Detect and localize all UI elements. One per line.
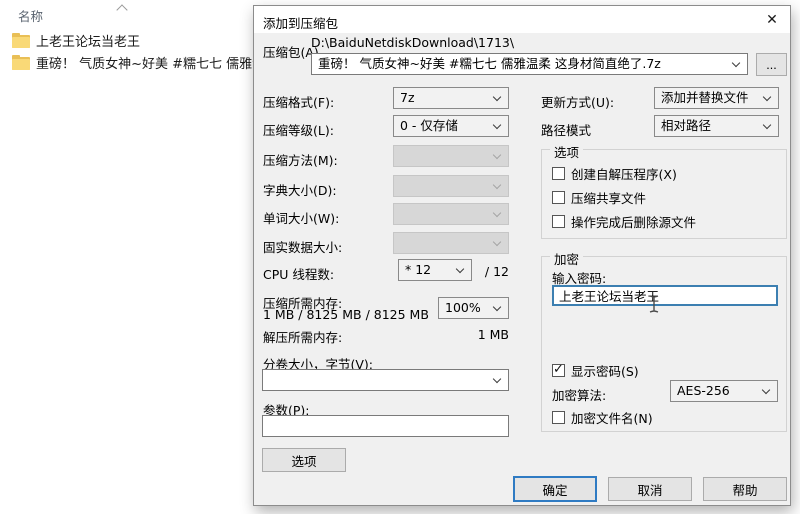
archive-name-value: 重磅！ 气质女神~好美 #糯七七 儒雅温柔 这身材简直绝了.7z [318,56,661,71]
update-mode-label: 更新方式(U): [541,92,614,111]
format-label: 压缩格式(F): [263,92,334,111]
checkbox-icon[interactable] [552,191,565,204]
chevron-down-icon [493,151,501,159]
chevron-down-icon [763,121,771,129]
show-password-label: 显示密码(S) [571,361,639,380]
update-mode-value: 添加并替换文件 [661,90,749,105]
folder-name: 上老王论坛当老王 [36,31,140,50]
cpu-threads-label: CPU 线程数: [263,264,334,283]
chevron-down-icon [493,181,501,189]
word-size-dropdown [393,203,509,225]
algorithm-dropdown[interactable]: AES-256 [670,380,778,402]
word-size-label: 单词大小(W): [263,208,339,227]
list-item[interactable]: 上老王论坛当老王 [12,30,140,50]
options-group-title: 选项 [550,142,583,161]
update-mode-dropdown[interactable]: 添加并替换文件 [654,87,779,109]
chevron-down-icon [763,93,771,101]
memory-decompress-value: 1 MB [454,327,509,342]
format-value: 7z [400,90,415,105]
cpu-threads-value: * 12 [405,262,431,277]
path-mode-label: 路径模式 [541,120,591,139]
dialog-titlebar[interactable]: 添加到压缩包 ✕ [254,6,790,33]
checkbox-icon[interactable] [552,167,565,180]
add-to-archive-dialog: 添加到压缩包 ✕ 压缩包(A) D:\BaiduNetdiskDownload\… [253,5,791,506]
level-value: 0 - 仅存储 [400,118,458,133]
password-input[interactable] [552,285,778,306]
dictionary-dropdown [393,175,509,197]
chevron-down-icon [493,93,501,101]
chevron-down-icon [493,121,501,129]
chevron-down-icon [493,303,501,311]
archive-name-combobox[interactable]: 重磅！ 气质女神~好美 #糯七七 儒雅温柔 这身材简直绝了.7z [311,53,748,75]
memory-percent-value: 100% [445,300,481,315]
level-label: 压缩等级(L): [263,120,334,139]
create-sfx-checkbox[interactable]: 创建自解压程序(X) [552,164,677,183]
volume-size-combobox[interactable] [262,369,509,391]
sort-ascending-icon[interactable] [116,4,127,15]
list-item[interactable]: 重磅！ 气质女神~好美 #糯七七 儒雅温柔... [12,52,291,72]
memory-compress-detail: 1 MB / 8125 MB / 8125 MB [263,307,429,322]
create-sfx-label: 创建自解压程序(X) [571,164,677,183]
algorithm-label: 加密算法: [552,385,606,404]
chevron-down-icon[interactable] [732,59,740,67]
solid-block-dropdown [393,232,509,254]
delete-after-checkbox[interactable]: 操作完成后删除源文件 [552,212,696,231]
help-button[interactable]: 帮助 [703,477,787,501]
options-group: 选项 创建自解压程序(X) 压缩共享文件 操作完成后删除源文件 [541,149,787,239]
cpu-threads-max: / 12 [474,264,509,279]
archive-dir-path: D:\BaiduNetdiskDownload\1713\ [311,35,514,50]
chevron-down-icon[interactable] [493,375,501,383]
dictionary-label: 字典大小(D): [263,180,337,199]
checkbox-checked-icon[interactable] [552,364,565,377]
chevron-down-icon [456,265,464,273]
path-mode-dropdown[interactable]: 相对路径 [654,115,779,137]
encrypt-names-checkbox[interactable]: 加密文件名(N) [552,408,653,427]
chevron-down-icon [493,238,501,246]
dialog-title: 添加到压缩包 [263,13,338,32]
cancel-button[interactable]: 取消 [608,477,692,501]
options-button[interactable]: 选项 [262,448,346,472]
parameters-input[interactable] [262,415,509,437]
ok-button[interactable]: 确定 [513,476,597,502]
chevron-down-icon [493,209,501,217]
method-label: 压缩方法(M): [263,150,338,169]
shared-files-checkbox[interactable]: 压缩共享文件 [552,188,646,207]
column-header-name[interactable]: 名称 [18,6,43,25]
path-mode-value: 相对路径 [661,118,711,133]
show-password-checkbox[interactable]: 显示密码(S) [552,361,639,380]
browse-button[interactable]: ... [756,53,787,76]
format-dropdown[interactable]: 7z [393,87,509,109]
level-dropdown[interactable]: 0 - 仅存储 [393,115,509,137]
memory-decompress-label: 解压所需内存: [263,327,342,346]
cpu-threads-dropdown[interactable]: * 12 [398,259,472,281]
checkbox-icon[interactable] [552,215,565,228]
checkbox-icon[interactable] [552,411,565,424]
method-dropdown [393,145,509,167]
encryption-group-title: 加密 [550,249,583,268]
chevron-down-icon [762,386,770,394]
delete-after-label: 操作完成后删除源文件 [571,212,696,231]
memory-percent-dropdown[interactable]: 100% [438,297,509,319]
shared-files-label: 压缩共享文件 [571,188,646,207]
encrypt-names-label: 加密文件名(N) [571,408,653,427]
folder-icon [12,33,30,48]
folder-icon [12,55,30,70]
close-icon[interactable]: ✕ [760,9,784,30]
encryption-group: 加密 输入密码: 显示密码(S) 加密算法: AES-256 加密文件名(N) [541,256,787,432]
solid-block-label: 固实数据大小: [263,237,342,256]
algorithm-value: AES-256 [677,383,730,398]
